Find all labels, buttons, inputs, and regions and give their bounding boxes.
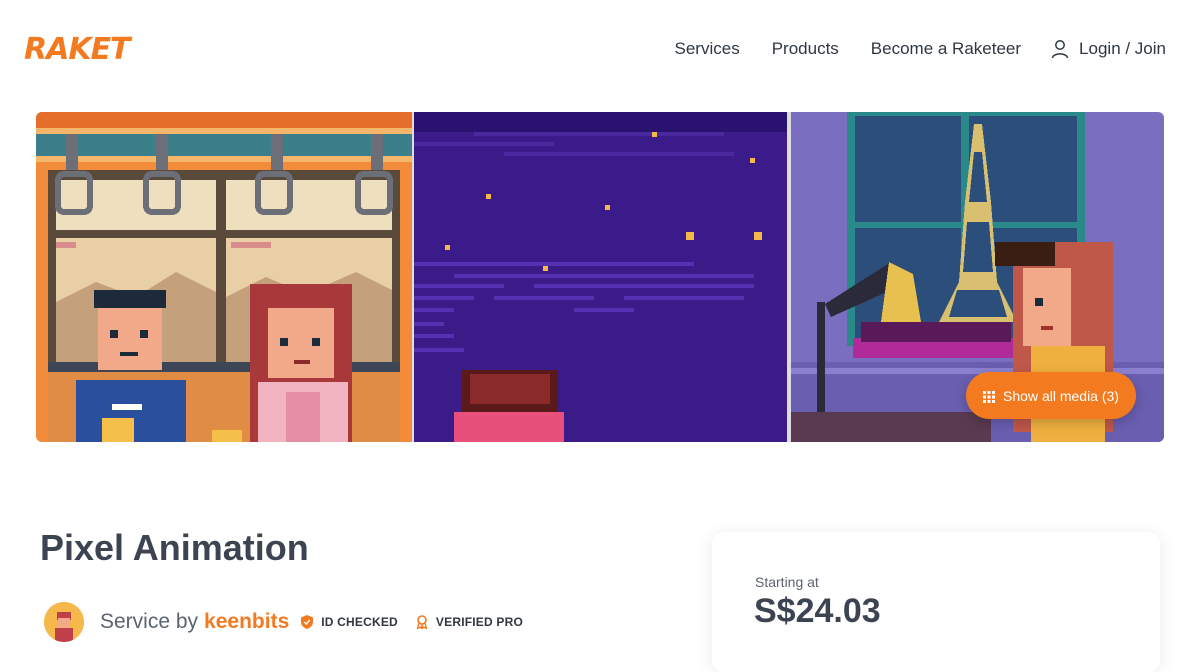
show-all-media-button[interactable]: Show all media (3)	[966, 372, 1136, 419]
gallery-image-1[interactable]	[36, 112, 412, 442]
shield-check-icon	[301, 615, 314, 629]
login-join-label: Login / Join	[1079, 39, 1166, 58]
service-by-label: Service by	[100, 610, 199, 633]
logo-text: RAKET	[24, 32, 131, 67]
verified-pro-badge: VERIFIED PRO	[416, 615, 523, 629]
verified-pro-label: VERIFIED PRO	[435, 615, 524, 629]
grid-icon	[983, 390, 996, 403]
gallery-image-2[interactable]	[414, 112, 787, 442]
nav-item-products[interactable]: Products	[772, 38, 839, 60]
nav-item-services[interactable]: Services	[675, 38, 740, 60]
starting-at-label: Starting at	[755, 574, 819, 590]
avatar[interactable]	[44, 602, 84, 642]
main-nav: Services Products Become a Raketeer Logi…	[643, 38, 1166, 60]
pixel-art-night-sky-icon	[414, 112, 787, 442]
login-join-link[interactable]: Login / Join	[1051, 38, 1166, 60]
show-all-media-label: Show all media (3)	[1003, 387, 1119, 404]
price-card: Starting at S$24.03	[712, 532, 1160, 672]
page-title: Pixel Animation	[40, 527, 309, 568]
pixel-art-train-couple-icon	[36, 112, 412, 442]
id-checked-badge: ID CHECKED	[301, 615, 398, 629]
site-header: RAKET Services Products Become a Raketee…	[0, 0, 1200, 100]
nav-item-become-raketeer[interactable]: Become a Raketeer	[871, 38, 1021, 60]
raket-logo[interactable]: RAKET	[24, 30, 131, 70]
seller-name-link[interactable]: keenbits	[204, 610, 289, 634]
seller-row: Service by keenbits ID CHECKED VERIFIED …	[44, 602, 541, 642]
id-checked-label: ID CHECKED	[321, 615, 398, 629]
price-value: S$24.03	[754, 592, 881, 630]
award-ribbon-icon	[416, 615, 428, 629]
user-icon	[1051, 39, 1069, 59]
